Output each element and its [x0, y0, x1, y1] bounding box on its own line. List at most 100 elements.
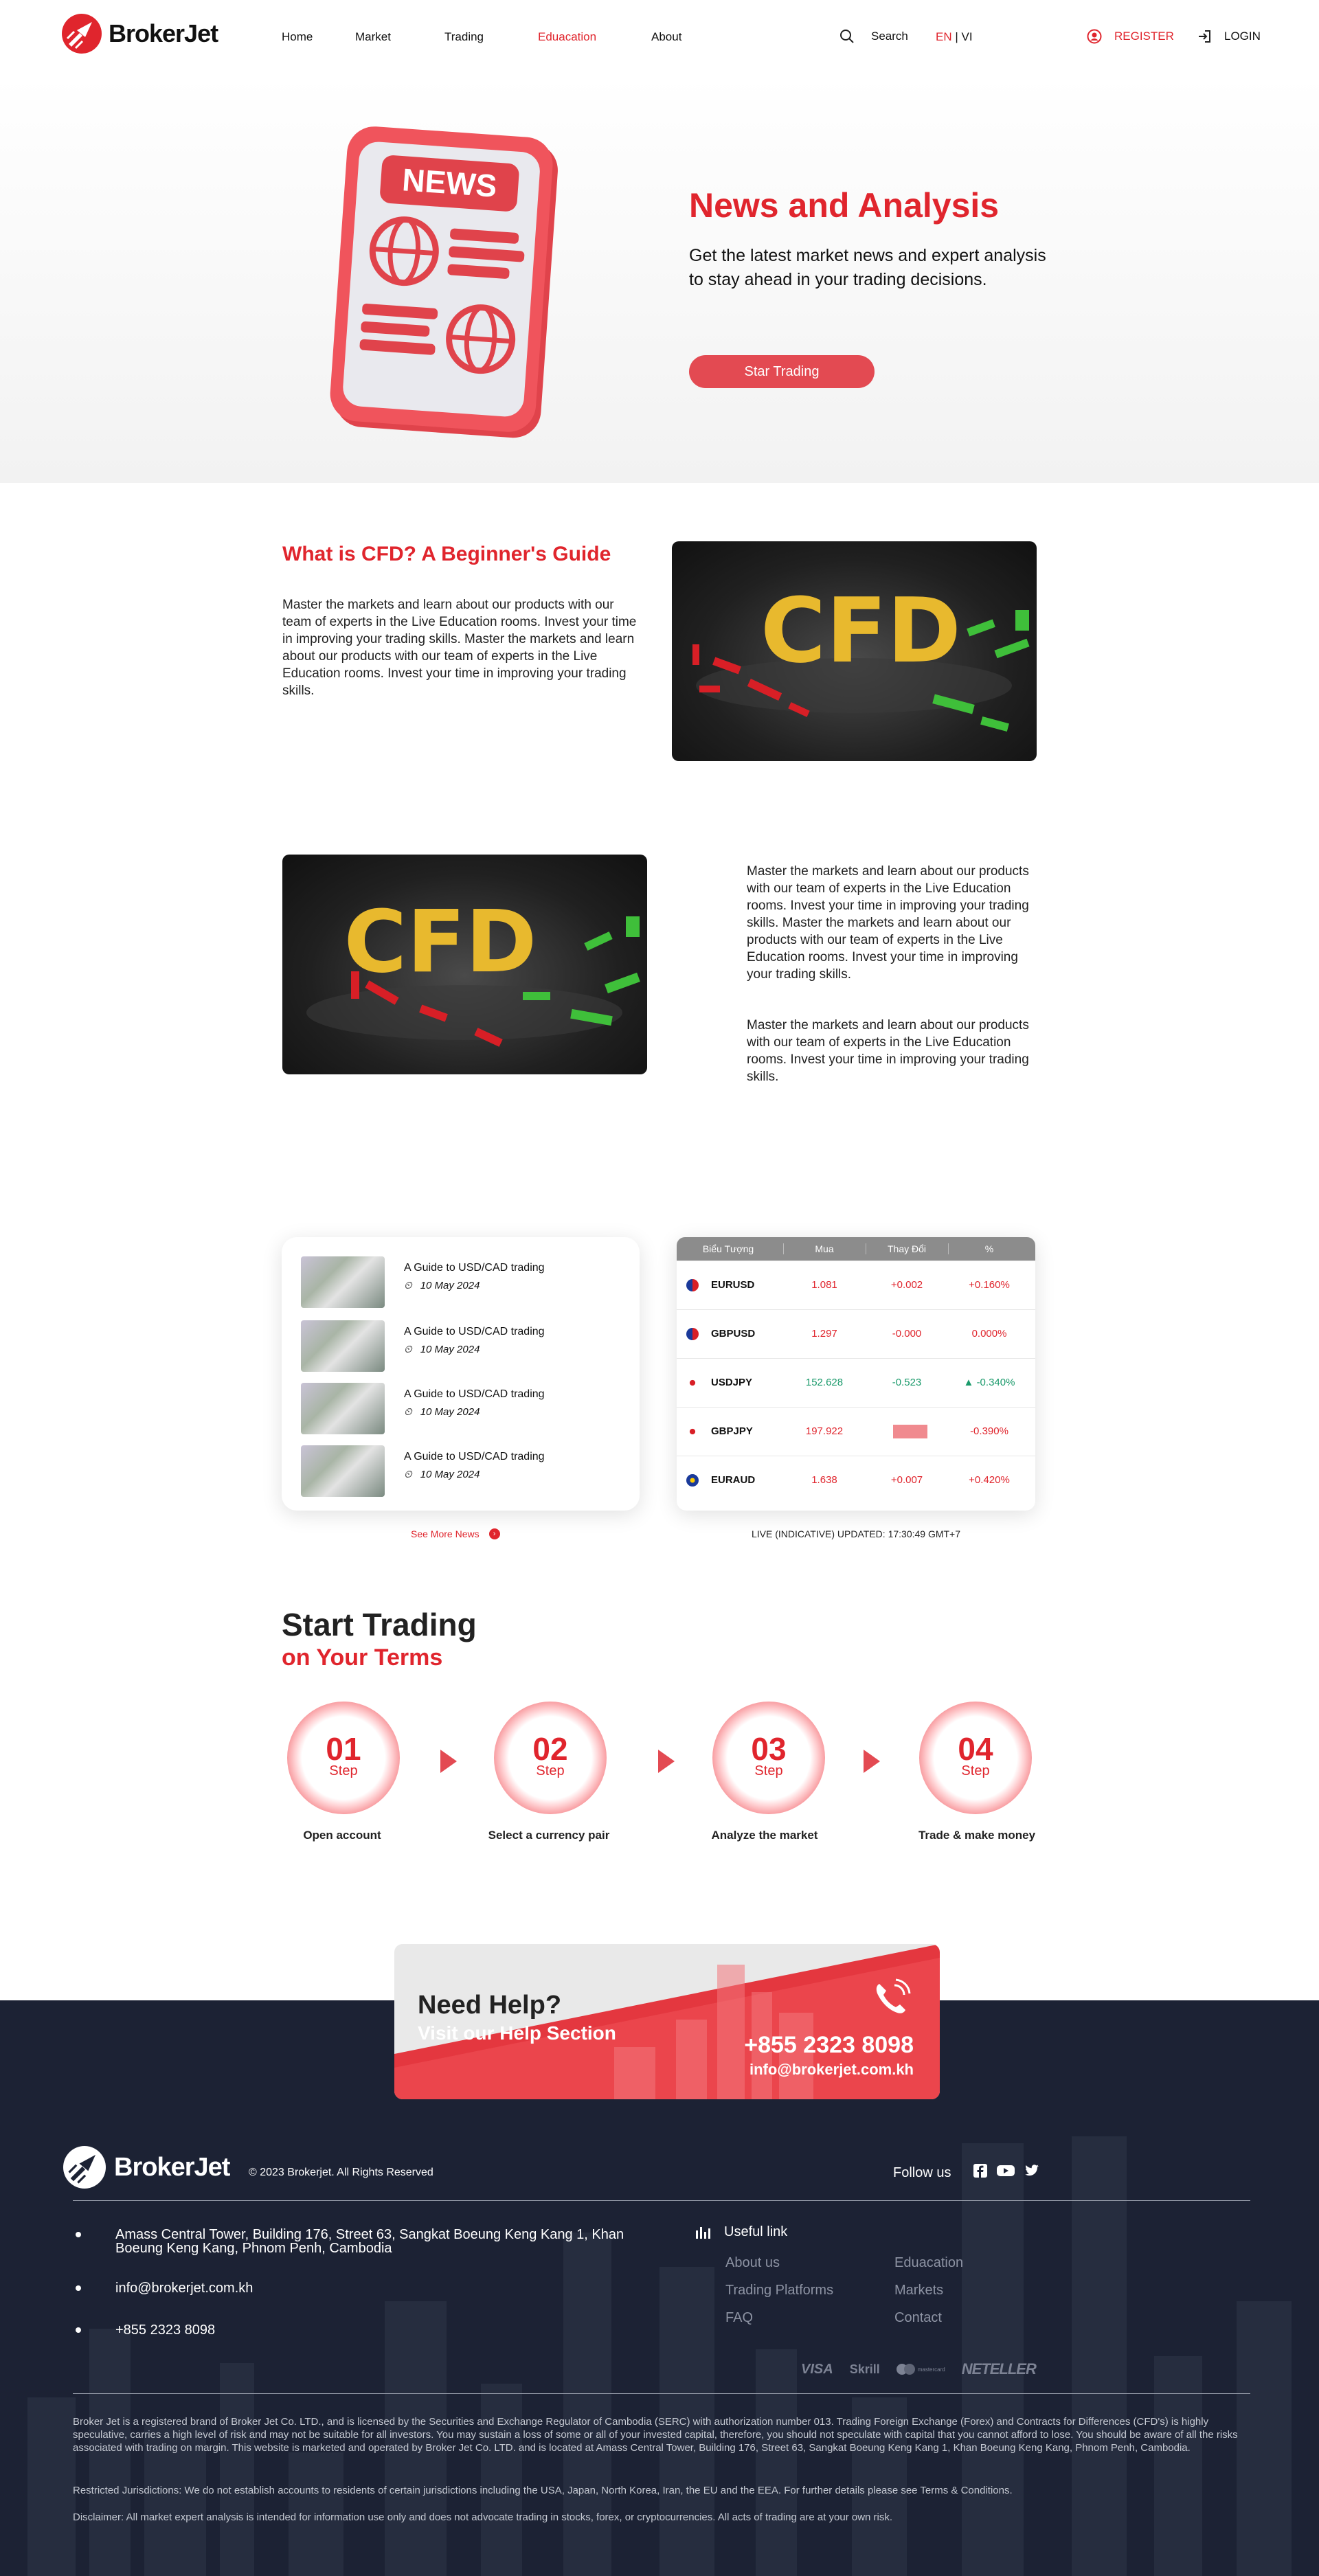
youtube-icon[interactable] — [997, 2164, 1015, 2178]
quote-symbol: GBPUSD — [711, 1328, 756, 1340]
social-links — [973, 2164, 1039, 2178]
arrow-right-icon — [864, 1750, 880, 1773]
footer-link-contact[interactable]: Contact — [894, 2310, 942, 2326]
flag-icon — [686, 1279, 699, 1291]
clock-icon: ⏲ — [404, 1344, 412, 1355]
quote-row[interactable]: GBPUSD 1.297 -0.000 0.000% — [677, 1309, 1035, 1358]
hero-title: News and Analysis — [689, 186, 1000, 225]
cfd-image-2: CFD — [282, 855, 647, 1074]
footer-email[interactable]: info@brokerjet.com.kh — [115, 2281, 253, 2295]
news-title: A Guide to USD/CAD trading — [404, 1451, 545, 1462]
email-row: info@brokerjet.com.kh — [76, 2281, 253, 2295]
footer-divider — [73, 2393, 1250, 2394]
login-button[interactable]: LOGIN — [1197, 29, 1261, 44]
nav-trading[interactable]: Trading — [444, 30, 484, 44]
footer-link-markets[interactable]: Markets — [894, 2283, 943, 2298]
rocket-logo-icon — [63, 2146, 106, 2189]
quote-row[interactable]: USDJPY 152.628 -0.523 ▲ -0.340% — [677, 1358, 1035, 1407]
news-item[interactable]: A Guide to USD/CAD trading ⏲ 10 May 2024 — [301, 1320, 624, 1374]
phone-row: +855 2323 8098 — [76, 2323, 215, 2337]
footer-link-faq[interactable]: FAQ — [725, 2310, 753, 2326]
news-item[interactable]: A Guide to USD/CAD trading ⏲ 10 May 2024 — [301, 1256, 624, 1310]
quote-row[interactable]: EURUSD 1.081 +0.002 +0.160% — [677, 1261, 1035, 1309]
copyright: © 2023 Brokerjet. All Rights Reserved — [249, 2167, 433, 2178]
hero-subtitle: Get the latest market news and expert an… — [689, 246, 1046, 289]
quote-symbol: GBPJPY — [711, 1425, 753, 1437]
bar-chart-icon — [696, 2226, 710, 2239]
twitter-icon[interactable] — [1024, 2164, 1039, 2178]
news-item[interactable]: A Guide to USD/CAD trading ⏲ 10 May 2024 — [301, 1445, 624, 1499]
news-thumbnail — [301, 1256, 385, 1308]
cfd-image-1-text: CFD — [760, 578, 961, 683]
see-more-news-link[interactable]: See More News › — [411, 1528, 500, 1539]
rocket-logo-icon — [62, 14, 102, 54]
step-3: 03 Step — [712, 1702, 825, 1814]
lang-en[interactable]: EN — [936, 30, 952, 43]
cfd-guide-title: What is CFD? A Beginner's Guide — [282, 543, 611, 565]
news-date: ⏲ 10 May 2024 — [404, 1406, 480, 1418]
flag-icon — [686, 1328, 699, 1340]
footer-divider — [73, 2200, 1250, 2201]
flag-icon — [686, 1474, 699, 1487]
bullet-icon — [76, 2232, 81, 2237]
quote-change: -0.523 — [892, 1377, 922, 1388]
quote-buy: 152.628 — [805, 1377, 844, 1388]
legal-text: Broker Jet is a registered brand of Brok… — [73, 2416, 1238, 2454]
quotes-table: Biểu Tượng Mua Thay Đổi % EURUSD 1.081 +… — [677, 1237, 1035, 1511]
step-label: Open account — [303, 1829, 381, 1842]
help-subtitle: Visit our Help Section — [418, 2022, 616, 2044]
quote-row[interactable]: EURAUD 1.638 +0.007 +0.420% — [677, 1456, 1035, 1504]
footer-link-education[interactable]: Eduacation — [894, 2255, 963, 2271]
facebook-icon[interactable] — [973, 2164, 987, 2178]
brand-logo[interactable]: BrokerJet — [62, 14, 218, 54]
register-button[interactable]: REGISTER — [1087, 29, 1174, 44]
quote-change-flash — [893, 1425, 927, 1438]
nav-about[interactable]: About — [651, 30, 681, 44]
brand-name: BrokerJet — [109, 19, 218, 47]
arrow-up-icon: ▲ — [963, 1377, 977, 1388]
nav-education[interactable]: Eduacation — [538, 30, 596, 44]
news-tablet-illustration: NEWS — [330, 126, 558, 438]
lang-vi[interactable]: VI — [962, 30, 973, 43]
quote-percent: -0.390% — [970, 1425, 1008, 1437]
footer-link-about[interactable]: About us — [725, 2255, 780, 2271]
cfd-guide-text: Master the markets and learn about our p… — [282, 598, 637, 698]
start-trading-button[interactable]: Star Trading — [689, 355, 875, 388]
cfd-text-2a: Master the markets and learn about our p… — [747, 864, 1029, 982]
mastercard-icon: mastercard — [896, 2364, 945, 2375]
footer-phone[interactable]: +855 2323 8098 — [115, 2323, 215, 2337]
restricted-text: Restricted Jurisdictions: We do not esta… — [73, 2485, 1013, 2496]
search-button[interactable]: Search — [839, 29, 908, 44]
search-icon — [840, 30, 854, 43]
col-buy: Mua — [815, 1243, 834, 1254]
quote-row[interactable]: GBPJPY 197.922 -0.390% — [677, 1407, 1035, 1456]
quotes-updated: LIVE (INDICATIVE) UPDATED: 17:30:49 GMT+… — [751, 1528, 961, 1539]
disclaimer-text: Disclaimer: All market expert analysis i… — [73, 2511, 893, 2523]
footer-link-platforms[interactable]: Trading Platforms — [725, 2283, 833, 2298]
cfd-image-2-text: CFD — [344, 892, 537, 992]
login-label: LOGIN — [1224, 30, 1261, 43]
news-item[interactable]: A Guide to USD/CAD trading ⏲ 10 May 2024 — [301, 1383, 624, 1436]
visa-icon: VISA — [801, 2361, 833, 2377]
nav-market[interactable]: Market — [355, 30, 391, 44]
footer-logo[interactable]: BrokerJet — [63, 2146, 230, 2189]
step-word: Step — [329, 1763, 358, 1778]
quote-percent: +0.420% — [969, 1474, 1010, 1486]
step-number: 02 — [532, 1731, 568, 1767]
clock-icon: ⏲ — [404, 1406, 412, 1418]
news-badge-text: NEWS — [401, 161, 498, 203]
search-label: Search — [871, 30, 908, 43]
neteller-icon: NETELLER — [961, 2360, 1037, 2377]
step-number: 01 — [326, 1731, 361, 1767]
help-email[interactable]: info@brokerjet.com.kh — [749, 2061, 914, 2079]
follow-us-label: Follow us — [893, 2165, 951, 2180]
flag-icon — [686, 1425, 699, 1438]
nav-home[interactable]: Home — [282, 30, 313, 44]
news-date: ⏲ 10 May 2024 — [404, 1344, 480, 1355]
cfd-image-1: CFD — [672, 541, 1037, 761]
cfd-text-2b: Master the markets and learn about our p… — [747, 1018, 1029, 1084]
news-thumbnail — [301, 1445, 385, 1497]
help-phone[interactable]: +855 2323 8098 — [744, 2032, 914, 2059]
help-banner[interactable]: Need Help? Visit our Help Section +855 2… — [394, 1944, 940, 2099]
step-label: Trade & make money — [918, 1829, 1036, 1842]
